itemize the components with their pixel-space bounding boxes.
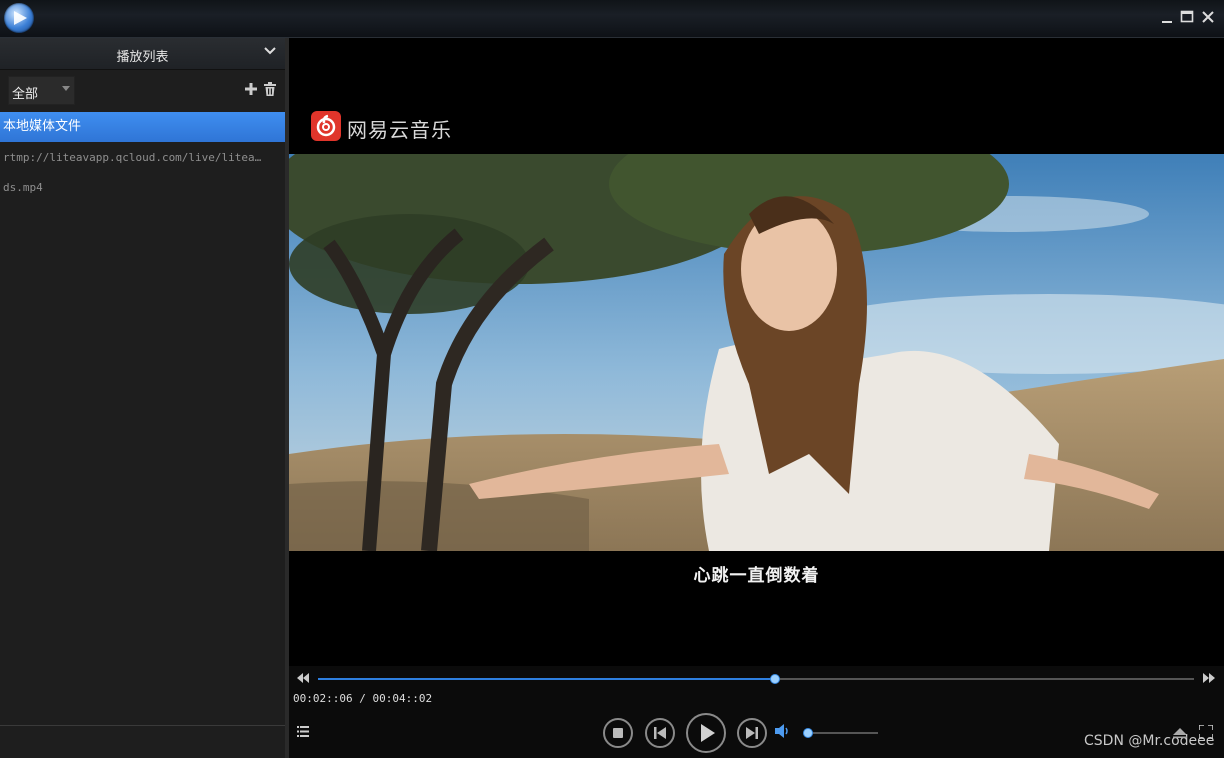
video-view[interactable]: 网易云音乐 心跳一直倒数着 — [289, 38, 1224, 666]
watermark-text: 网易云音乐 — [347, 118, 452, 142]
video-subtitle: 心跳一直倒数着 — [693, 566, 820, 586]
playlist-item-local-media[interactable]: 本地媒体文件 — [0, 112, 285, 142]
filter-value: 全部 — [12, 87, 39, 102]
eject-icon[interactable] — [1173, 728, 1187, 738]
time-display: 00:02::06 / 00:04::02 — [293, 692, 432, 705]
add-icon[interactable] — [244, 82, 258, 96]
stop-button[interactable] — [603, 718, 633, 748]
total-time: 00:04::02 — [372, 692, 433, 705]
skip-previous-icon — [654, 727, 666, 739]
player-controls: 00:02::06 / 00:04::02 CSDN @Mr.codeee — [289, 666, 1224, 758]
playlist-header[interactable]: 播放列表 — [0, 38, 285, 70]
stop-icon — [613, 728, 623, 738]
previous-button[interactable] — [645, 718, 675, 748]
seek-forward-icon[interactable] — [1203, 673, 1215, 683]
progress-fill — [318, 678, 776, 680]
playlist-toggle-icon[interactable] — [297, 726, 309, 737]
playlist-title: 播放列表 — [116, 50, 169, 65]
chevron-down-icon[interactable] — [263, 44, 277, 58]
playlist-panel: 播放列表 全部 本地媒体文件 rtmp://liteavapp.qcloud.c… — [0, 38, 289, 758]
csdn-watermark: CSDN @Mr.codeee — [1084, 733, 1215, 749]
app-logo-icon — [4, 3, 34, 33]
fullscreen-icon[interactable] — [1199, 725, 1213, 739]
title-bar — [0, 0, 1224, 38]
current-time: 00:02::06 — [293, 692, 353, 705]
progress-bar[interactable] — [318, 674, 1194, 684]
volume-icon[interactable] — [775, 724, 791, 738]
seek-backward-icon[interactable] — [297, 673, 309, 683]
playlist-filter-select[interactable]: 全部 — [8, 76, 75, 105]
skip-next-icon — [746, 727, 758, 739]
video-frame — [289, 154, 1224, 551]
next-button[interactable] — [737, 718, 767, 748]
play-button[interactable] — [686, 713, 726, 753]
progress-handle[interactable] — [770, 674, 781, 684]
close-icon[interactable] — [1200, 9, 1216, 25]
dropdown-arrow-icon — [62, 86, 70, 91]
time-separator: / — [352, 692, 373, 705]
playlist-item-rtmp[interactable]: rtmp://liteavapp.qcloud.com/live/litea… — [0, 143, 285, 173]
volume-slider[interactable] — [803, 728, 878, 738]
maximize-icon[interactable] — [1179, 9, 1195, 25]
sidebar-divider — [0, 725, 285, 726]
play-icon — [701, 724, 715, 742]
playlist-item-ds-mp4[interactable]: ds.mp4 — [0, 173, 285, 203]
minimize-icon[interactable] — [1159, 9, 1175, 25]
netease-music-logo-icon — [311, 111, 341, 141]
trash-icon[interactable] — [264, 82, 276, 96]
volume-handle[interactable] — [803, 728, 813, 738]
